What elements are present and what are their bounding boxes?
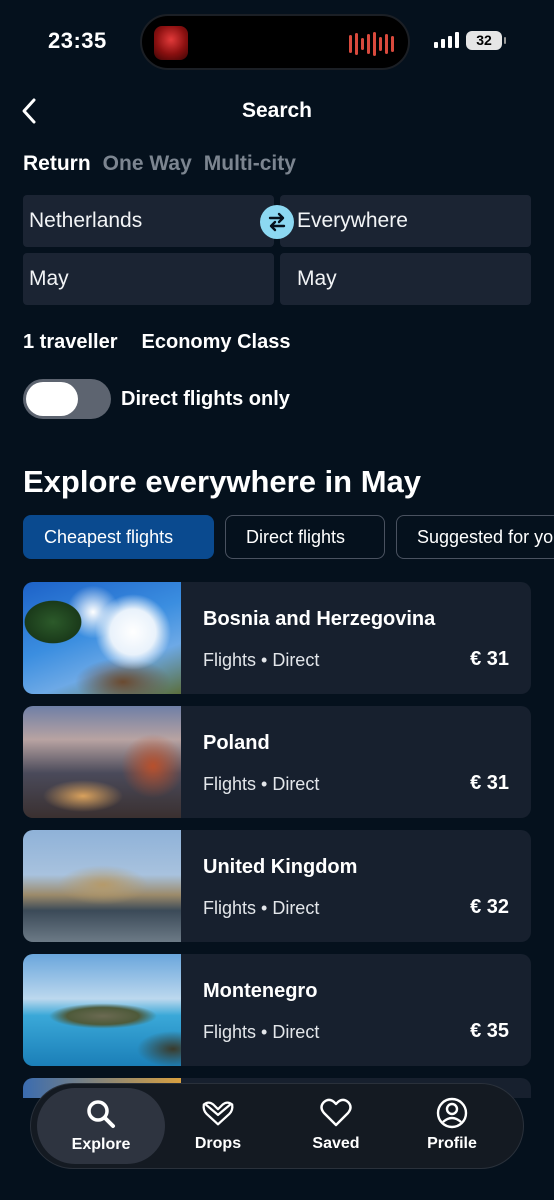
depart-date-value: May xyxy=(29,267,69,290)
result-card[interactable]: United Kingdom Flights • Direct € 32 xyxy=(23,830,531,942)
tab-one-way[interactable]: One Way xyxy=(103,152,192,176)
flight-type: Flights • Direct xyxy=(203,650,320,670)
nav-label: Saved xyxy=(312,1135,360,1152)
search-icon xyxy=(84,1098,118,1130)
status-time: 23:35 xyxy=(48,28,107,53)
dynamic-island xyxy=(140,14,410,70)
return-date-value: May xyxy=(297,267,337,290)
price: € 31 xyxy=(470,648,509,670)
heart-drop-icon xyxy=(201,1097,235,1129)
destination-value: Everywhere xyxy=(297,209,408,232)
price: € 35 xyxy=(470,1020,509,1042)
cabin-class[interactable]: Economy Class xyxy=(142,331,291,354)
price: € 32 xyxy=(470,896,509,918)
result-card[interactable]: Bosnia and Herzegovina Flights • Direct … xyxy=(23,582,531,694)
travellers-count[interactable]: 1 traveller xyxy=(23,331,118,354)
return-date-field[interactable]: May xyxy=(280,253,531,305)
destination-image xyxy=(23,830,181,942)
nav-label: Explore xyxy=(71,1136,131,1153)
nav-label: Drops xyxy=(194,1135,242,1152)
flight-type: Flights • Direct xyxy=(203,774,320,794)
flight-type: Flights • Direct xyxy=(203,898,320,918)
tab-multi-city[interactable]: Multi-city xyxy=(204,152,296,176)
battery-icon: 32 xyxy=(466,31,506,50)
destination-field[interactable]: Everywhere xyxy=(280,195,531,247)
audio-waveform-icon xyxy=(349,32,394,56)
chip-cheapest-flights[interactable]: Cheapest flights xyxy=(23,515,214,559)
trip-type-tabs: Return One Way Multi-city xyxy=(23,152,296,176)
nav-drops[interactable]: Drops xyxy=(159,1084,277,1166)
destination-image xyxy=(23,582,181,694)
filter-chips: Cheapest flights Direct flights Suggeste… xyxy=(23,515,554,561)
flight-type: Flights • Direct xyxy=(203,1022,320,1042)
result-card[interactable]: Montenegro Flights • Direct € 35 xyxy=(23,954,531,1066)
bottom-nav: Explore Drops Saved Profile xyxy=(30,1083,524,1169)
nav-explore[interactable]: Explore xyxy=(37,1088,165,1164)
tab-return[interactable]: Return xyxy=(23,152,91,176)
toggle-knob xyxy=(26,382,78,416)
page-title: Search xyxy=(241,99,313,122)
swap-button[interactable] xyxy=(260,205,294,239)
destination-name: Bosnia and Herzegovina xyxy=(203,608,436,630)
now-playing-artwork xyxy=(154,26,188,60)
result-card[interactable]: Poland Flights • Direct € 31 xyxy=(23,706,531,818)
destination-name: Poland xyxy=(203,732,270,754)
heart-icon xyxy=(319,1097,353,1129)
destination-image xyxy=(23,954,181,1066)
nav-label: Profile xyxy=(427,1135,477,1152)
direct-flights-row: Direct flights only xyxy=(23,379,290,419)
price: € 31 xyxy=(470,772,509,794)
direct-flights-toggle[interactable] xyxy=(23,379,111,419)
direct-flights-label: Direct flights only xyxy=(121,387,290,410)
traveller-cabin-selector[interactable]: 1 traveller Economy Class xyxy=(23,331,290,354)
section-title: Explore everywhere in May xyxy=(23,464,422,499)
chip-suggested[interactable]: Suggested for you xyxy=(396,515,554,559)
chip-direct-flights[interactable]: Direct flights xyxy=(225,515,385,559)
destination-name: Montenegro xyxy=(203,980,318,1002)
destination-name: United Kingdom xyxy=(203,856,358,878)
origin-field[interactable]: Netherlands xyxy=(23,195,274,247)
status-bar: 23:35 32 xyxy=(0,0,554,80)
signal-icon xyxy=(434,32,459,48)
nav-profile[interactable]: Profile xyxy=(393,1084,511,1166)
destination-image xyxy=(23,706,181,818)
swap-arrows-icon xyxy=(268,212,286,232)
depart-date-field[interactable]: May xyxy=(23,253,274,305)
profile-icon xyxy=(435,1097,469,1129)
origin-value: Netherlands xyxy=(29,209,143,232)
nav-saved[interactable]: Saved xyxy=(277,1084,395,1166)
